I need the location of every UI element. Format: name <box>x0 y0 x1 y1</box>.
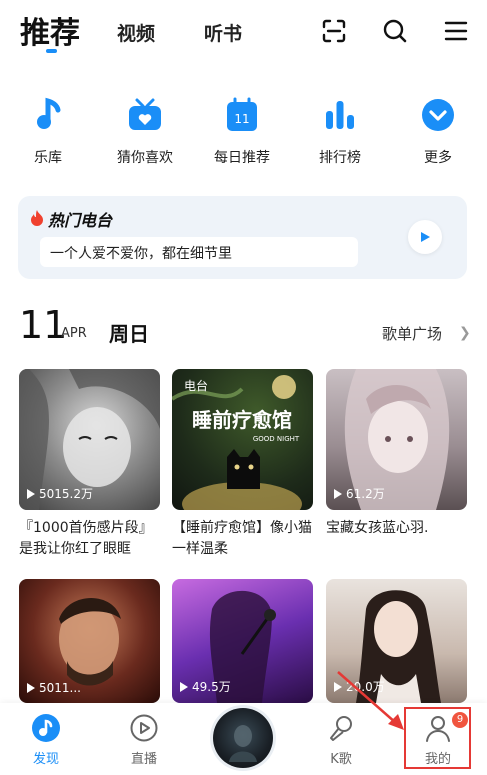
quick-entry-label: 猜你喜欢 <box>117 150 173 166</box>
radio-heart-icon <box>129 98 161 130</box>
quick-entry-ranking[interactable]: 排行榜 <box>305 95 375 167</box>
play-count: 5011... <box>27 681 81 695</box>
hot-radio-text-box: 一个人爱不爱你，都在细节里 <box>40 237 358 267</box>
quick-entry-daily-recommend[interactable]: 11 每日推荐 <box>207 95 277 167</box>
play-count: 61.2万 <box>334 485 385 502</box>
date-weekday: 周日 <box>109 322 149 346</box>
play-count-text: 49.5万 <box>192 680 231 694</box>
live-play-icon <box>130 714 158 742</box>
play-count: 49.5万 <box>180 678 231 695</box>
play-count-text: 20.0万 <box>346 680 385 694</box>
cover-subtitle-text: GOOD NIGHT <box>253 435 300 443</box>
quick-entry-label: 乐库 <box>34 150 62 166</box>
nav-live[interactable]: 直播 <box>114 713 174 767</box>
playlist-card[interactable]: 睡前疗愈馆 GOOD NIGHT 电台 【睡前疗愈馆】像小猫一样温柔 <box>172 369 313 560</box>
playlist-card[interactable]: 5015.2万 『1000首伤感片段』是我让你红了眼眶 <box>19 369 160 560</box>
quick-entry-guess-you-like[interactable]: 猜你喜欢 <box>110 95 180 167</box>
playlist-cover: 20.0万 <box>326 579 467 703</box>
nav-label: 直播 <box>130 752 157 767</box>
tab-video[interactable]: 视频 <box>117 19 155 46</box>
playlist-cover: 睡前疗愈馆 GOOD NIGHT 电台 <box>172 369 313 510</box>
quick-entry-label: 每日推荐 <box>214 150 270 166</box>
play-count-text: 61.2万 <box>346 487 385 501</box>
playlist-card[interactable]: 20.0万 <box>326 579 467 703</box>
flame-icon <box>31 210 43 226</box>
calendar-icon: 11 <box>227 97 257 131</box>
quick-entry-label: 排行榜 <box>319 150 361 166</box>
scan-icon[interactable] <box>321 18 347 44</box>
cover-title-text: 睡前疗愈馆 <box>192 408 292 432</box>
now-playing-cover <box>229 725 257 762</box>
playlist-title: 『1000首伤感片段』是我让你红了眼眶 <box>19 520 153 557</box>
nav-discover[interactable]: 发现 <box>16 713 76 767</box>
quick-entry-music-library[interactable]: 乐库 <box>13 95 83 167</box>
play-icon <box>334 681 342 692</box>
nav-label: K歌 <box>330 752 352 767</box>
play-icon <box>421 232 430 242</box>
tab-active-indicator <box>46 49 57 53</box>
play-icon <box>27 683 35 693</box>
chevron-down-circle-icon <box>422 99 454 131</box>
play-count: 20.0万 <box>334 678 385 695</box>
hot-radio-title: 热门电台 <box>48 211 113 230</box>
radio-tag: 电台 <box>184 379 209 393</box>
microphone-icon <box>330 716 352 741</box>
playlist-cover: 49.5万 <box>172 579 313 703</box>
playlist-card[interactable]: 49.5万 <box>172 579 313 703</box>
top-tab-bar: 推荐 视频 听书 <box>0 0 487 62</box>
play-icon <box>180 681 188 692</box>
play-count-text: 5015.2万 <box>39 487 93 501</box>
play-icon <box>334 488 342 499</box>
calendar-day-text: 11 <box>234 112 249 126</box>
date-month: APR <box>61 326 87 341</box>
play-icon <box>27 488 35 499</box>
playlist-cover: 61.2万 <box>326 369 467 510</box>
hot-radio-card[interactable]: 热门电台 一个人爱不爱你，都在细节里 <box>18 196 467 279</box>
tab-audiobook[interactable]: 听书 <box>204 19 242 46</box>
chevron-right-icon[interactable]: ❯ <box>459 325 471 341</box>
tab-recommend[interactable]: 推荐 <box>20 8 80 52</box>
menu-icon[interactable] <box>443 18 469 44</box>
quick-entry-row: 乐库 猜你喜欢 11 每日推荐 排行榜 更多 <box>0 95 487 175</box>
play-count: 5015.2万 <box>27 485 93 502</box>
playlist-card[interactable]: 5011... <box>19 579 160 703</box>
nav-label: 发现 <box>32 752 59 767</box>
music-note-icon <box>37 97 61 129</box>
discover-icon <box>32 714 60 742</box>
playlist-cover: 5011... <box>19 579 160 703</box>
playlist-square-link[interactable]: 歌单广场 <box>382 323 442 344</box>
hot-radio-text: 一个人爱不爱你，都在细节里 <box>50 246 232 262</box>
quick-entry-more[interactable]: 更多 <box>403 95 473 167</box>
nav-karaoke[interactable]: K歌 <box>311 713 371 767</box>
playlist-card[interactable]: 61.2万 宝藏女孩蓝心羽. <box>326 369 467 539</box>
now-playing-disc[interactable] <box>213 708 273 768</box>
hot-radio-play-button[interactable] <box>408 220 442 254</box>
playlist-title: 【睡前疗愈馆】像小猫一样温柔 <box>172 520 312 557</box>
playlist-title: 宝藏女孩蓝心羽. <box>326 520 429 536</box>
annotation-highlight-box <box>404 707 471 769</box>
quick-entry-label: 更多 <box>424 150 452 166</box>
playlist-cover: 5015.2万 <box>19 369 160 510</box>
play-count-text: 5011... <box>39 681 81 695</box>
ranking-bars-icon <box>326 101 354 129</box>
search-icon[interactable] <box>382 18 408 44</box>
